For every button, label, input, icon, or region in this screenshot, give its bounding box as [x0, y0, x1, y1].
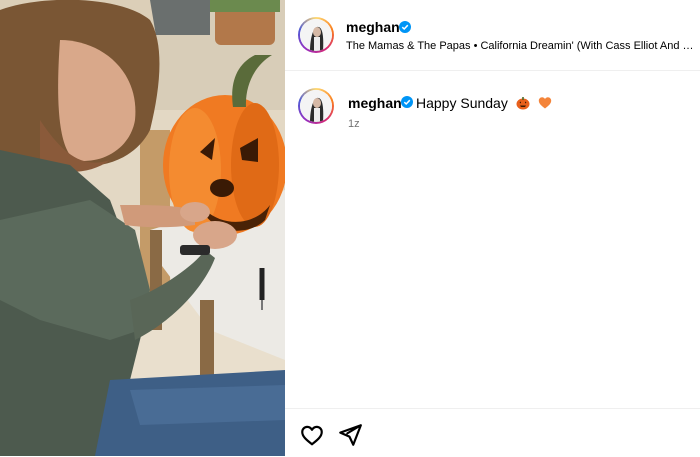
action-bar	[285, 408, 700, 457]
caption-text: Happy Sunday	[416, 95, 508, 111]
heart-icon[interactable]	[299, 422, 325, 448]
paper-plane-icon[interactable]	[337, 422, 363, 448]
caption-avatar[interactable]	[298, 88, 334, 124]
orange-heart-icon	[538, 97, 551, 109]
avatar-image-icon	[300, 90, 332, 122]
verified-badge-icon	[401, 96, 413, 108]
post-header: meghan The Mamas & The Papas • Californi…	[285, 0, 700, 71]
verified-badge-icon	[399, 21, 411, 33]
audio-track-link[interactable]: The Mamas & The Papas • California Dream…	[346, 40, 696, 52]
pumpkin-carving-photo	[0, 0, 285, 456]
avatar[interactable]	[298, 17, 334, 53]
avatar-image-icon	[300, 19, 332, 51]
caption-username[interactable]: meghan	[348, 95, 402, 111]
post-details-panel: meghan The Mamas & The Papas • Californi…	[285, 0, 700, 456]
caption-text-row: Happy Sunday	[416, 95, 552, 111]
jack-o-lantern-icon	[516, 97, 530, 110]
post-timestamp[interactable]: 1z	[348, 118, 360, 130]
header-username[interactable]: meghan	[346, 19, 400, 35]
post-photo[interactable]	[0, 0, 285, 456]
